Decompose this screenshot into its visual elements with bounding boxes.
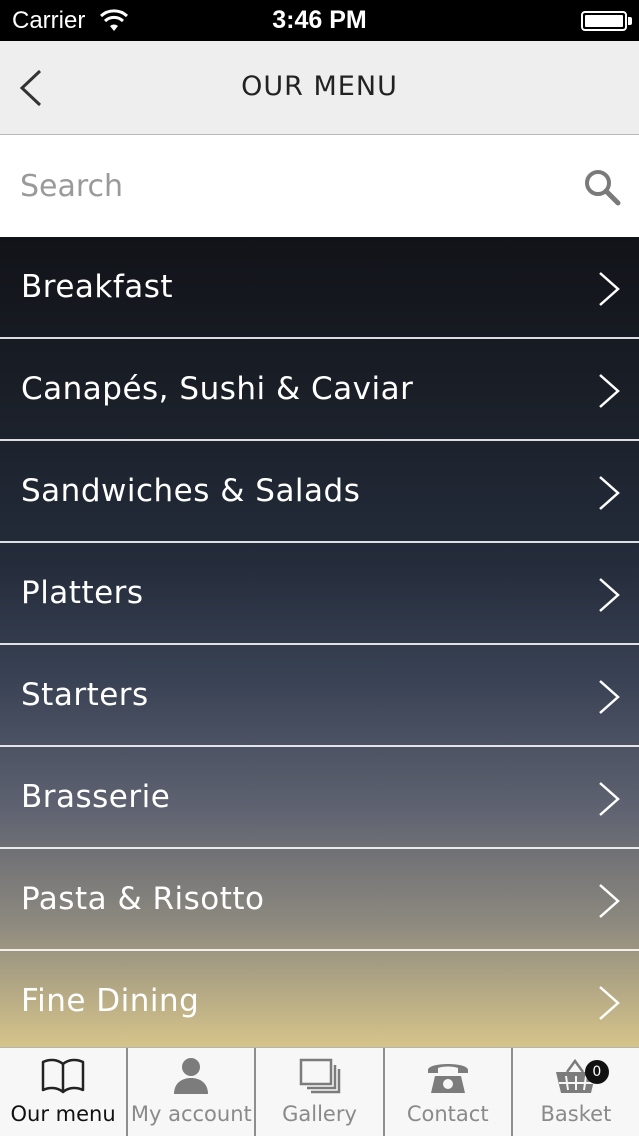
chevron-right-icon [599,374,620,408]
chevron-right-icon [599,884,620,918]
gallery-icon [299,1058,340,1094]
tab-bar: Our menu My account Gallery Contact 0 Ba… [0,1047,639,1136]
search-icon[interactable] [583,168,621,206]
nav-bar: OUR MENU [0,41,639,135]
menu-item-label: Canapés, Sushi & Caviar [21,371,414,407]
menu-item-pasta-risotto[interactable]: Pasta & Risotto [0,849,639,951]
status-time: 3:46 PM [272,6,367,34]
menu-item-label: Sandwiches & Salads [21,473,361,509]
tab-label: Basket [540,1102,612,1126]
menu-item-sandwiches-salads[interactable]: Sandwiches & Salads [0,441,639,543]
chevron-right-icon [599,272,620,306]
menu-item-canapes-sushi-caviar[interactable]: Canapés, Sushi & Caviar [0,339,639,441]
basket-count-badge: 0 [584,1060,609,1084]
chevron-right-icon [599,986,620,1020]
menu-item-label: Platters [21,575,144,611]
tab-gallery[interactable]: Gallery [256,1048,385,1136]
chevron-right-icon [599,782,620,816]
search-input[interactable] [20,161,560,211]
book-icon [41,1058,85,1094]
menu-item-label: Pasta & Risotto [21,881,265,917]
tab-contact[interactable]: Contact [385,1048,513,1136]
tab-basket[interactable]: 0 Basket [513,1048,639,1136]
chevron-right-icon [599,680,620,714]
chevron-right-icon [599,476,620,510]
battery-icon [581,11,627,31]
menu-item-label: Fine Dining [21,983,200,1019]
menu-item-starters[interactable]: Starters [0,645,639,747]
user-icon [174,1058,209,1094]
page-title: OUR MENU [241,71,398,102]
menu-item-label: Starters [21,677,149,713]
tab-my-account[interactable]: My account [128,1048,257,1136]
tab-label: Contact [406,1102,489,1126]
chevron-right-icon [599,578,620,612]
tab-label: Gallery [282,1102,357,1126]
status-bar: Carrier 3:46 PM [0,0,639,41]
battery-tip [628,17,632,25]
menu-item-label: Breakfast [21,269,174,305]
menu-item-fine-dining[interactable]: Fine Dining [0,951,639,1047]
menu-item-breakfast[interactable]: Breakfast [0,237,639,339]
menu-list: Breakfast Canapés, Sushi & Caviar Sandwi… [0,237,639,1047]
menu-item-label: Brasserie [21,779,171,815]
menu-item-platters[interactable]: Platters [0,543,639,645]
tab-our-menu[interactable]: Our menu [0,1048,129,1136]
phone-icon [427,1064,468,1093]
tab-label: Our menu [10,1102,116,1126]
menu-item-brasserie[interactable]: Brasserie [0,747,639,849]
search-bar [0,135,639,237]
tab-label: My account [130,1102,252,1126]
